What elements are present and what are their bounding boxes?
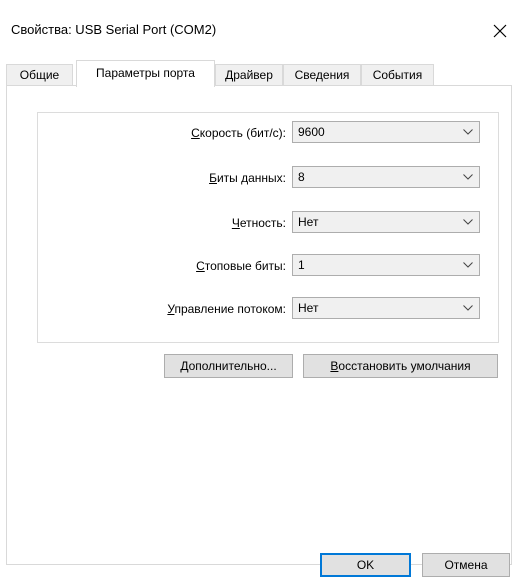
tab-details[interactable]: Сведения (283, 64, 361, 85)
speed-value: 9600 (298, 125, 325, 139)
data-bits-select[interactable]: 8 (292, 166, 480, 188)
close-button[interactable] (484, 14, 516, 48)
stop-bits-select[interactable]: 1 (292, 254, 480, 276)
window-title: Свойства: USB Serial Port (COM2) (11, 22, 217, 37)
chevron-down-icon (463, 305, 473, 311)
tab-strip: Общие Параметры порта Драйвер Сведения С… (6, 60, 512, 87)
data-bits-label: Биты данных: (209, 171, 286, 185)
tab-general-label: Общие (19, 68, 60, 82)
tab-driver[interactable]: Драйвер (215, 64, 283, 85)
speed-label-text: корость (бит/с): (199, 126, 286, 140)
chevron-down-icon (463, 262, 473, 268)
stop-bits-value: 1 (298, 258, 305, 272)
tab-events-label: События (372, 68, 423, 82)
parity-label-accel: Ч (231, 216, 240, 230)
chevron-down-icon (463, 129, 473, 135)
tab-driver-label: Драйвер (225, 68, 273, 82)
advanced-button-accel: Д (180, 359, 189, 373)
close-icon (493, 24, 507, 38)
speed-select[interactable]: 9600 (292, 121, 480, 143)
tab-general[interactable]: Общие (6, 64, 73, 85)
parity-select[interactable]: Нет (292, 211, 480, 233)
flow-control-select[interactable]: Нет (292, 297, 480, 319)
tab-port-settings-label: Параметры порта (96, 66, 195, 80)
advanced-button[interactable]: Дополнительно... (164, 354, 293, 378)
cancel-button-label: Отмена (444, 558, 488, 572)
stop-bits-label: Стоповые биты: (196, 259, 286, 273)
tab-port-settings[interactable]: Параметры порта (76, 60, 215, 87)
ok-button-label: OK (356, 558, 375, 572)
chevron-down-icon (463, 174, 473, 180)
flow-control-label-text: правление потоком: (174, 302, 286, 316)
speed-label: Скорость (бит/с): (191, 126, 286, 140)
ok-button[interactable]: OK (320, 553, 411, 577)
stop-bits-label-text: топовые биты: (204, 259, 286, 273)
tab-events[interactable]: События (361, 64, 434, 85)
restore-defaults-button[interactable]: Восстановить умолчания (303, 354, 498, 378)
flow-control-label: Управление потоком: (167, 302, 286, 316)
stop-bits-label-accel: С (196, 259, 205, 273)
advanced-button-label: ополнительно... (188, 359, 277, 373)
chevron-down-icon (463, 219, 473, 225)
title-bar: Свойства: USB Serial Port (COM2) (0, 0, 516, 58)
speed-label-accel: С (191, 126, 200, 140)
parity-label-text: етность: (239, 216, 286, 230)
cancel-button[interactable]: Отмена (422, 553, 510, 577)
restore-defaults-button-label: осстановить умолчания (338, 359, 471, 373)
parity-value: Нет (298, 215, 319, 229)
data-bits-value: 8 (298, 170, 305, 184)
flow-control-value: Нет (298, 301, 319, 315)
data-bits-label-text: иты данных: (216, 171, 286, 185)
tab-details-label: Сведения (294, 68, 350, 82)
parity-label: Четность: (232, 216, 286, 230)
data-bits-label-accel: Б (209, 171, 217, 185)
